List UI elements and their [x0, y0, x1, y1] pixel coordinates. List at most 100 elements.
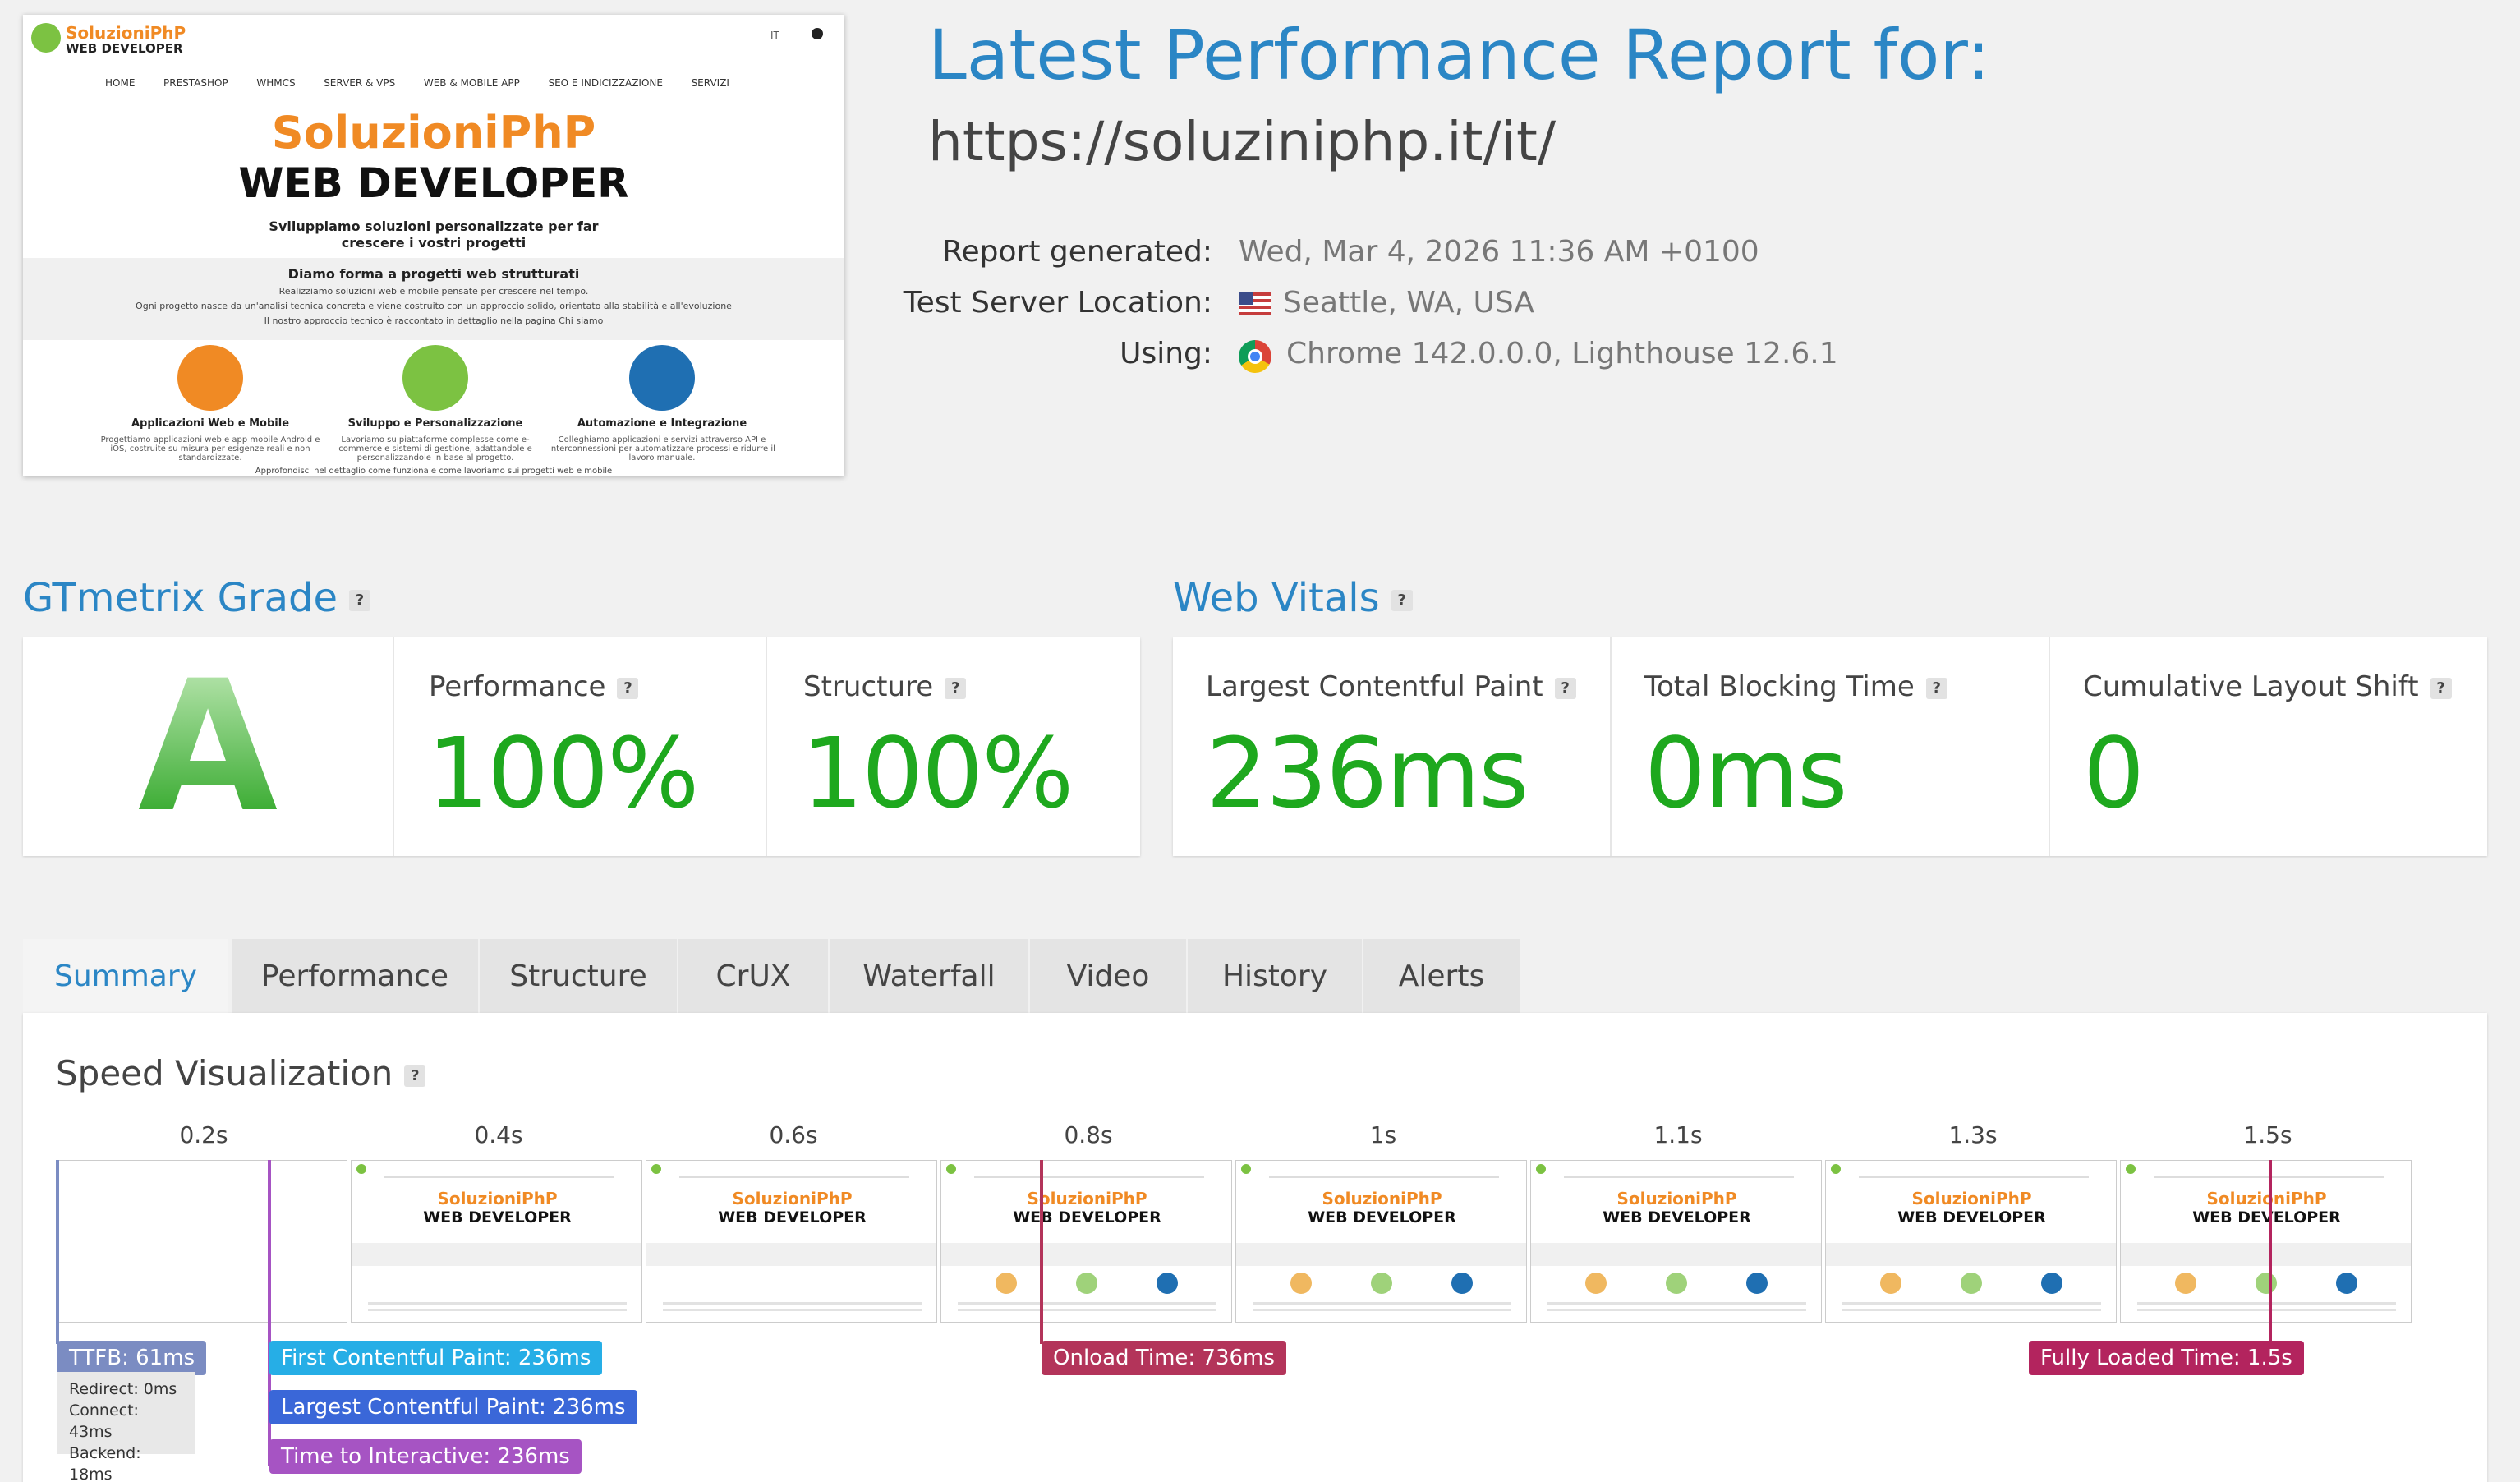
onload-marker: Onload Time: 736ms	[1042, 1341, 1286, 1375]
frame-text-line	[663, 1302, 922, 1305]
frame-text-line	[1842, 1302, 2101, 1305]
filmstrip-frame-blank[interactable]	[56, 1160, 347, 1323]
redirect-time: Redirect: 0ms	[69, 1380, 177, 1398]
tick-label: 0.4s	[474, 1121, 523, 1148]
frame-gear-icon	[2336, 1273, 2357, 1294]
frame-nav-bar	[1564, 1176, 1794, 1178]
frame-gear-icon	[1585, 1273, 1607, 1294]
development-gear-icon	[402, 345, 468, 411]
frame-nav-bar	[1859, 1176, 2089, 1178]
frame-subtitle: WEB DEVELOPER	[1603, 1208, 1751, 1227]
frame-band	[1531, 1243, 1821, 1266]
connect-time: Connect: 43ms	[69, 1401, 139, 1441]
frame-text-line	[1253, 1309, 1511, 1311]
frame-text-line	[663, 1309, 922, 1311]
performance-help-icon[interactable]: ?	[617, 677, 639, 699]
feature-text-2: Lavoriamo su piattaforme complesse come …	[338, 435, 532, 463]
tab-alerts[interactable]: Alerts	[1363, 939, 1521, 1013]
tab-crux[interactable]: CrUX	[678, 939, 830, 1013]
frame-title: SoluzioniPhP	[1322, 1189, 1442, 1208]
frame-title: SoluzioniPhP	[732, 1189, 853, 1208]
lcp-label: Largest Contentful Paint?	[1206, 670, 1576, 703]
filmstrip-frame[interactable]: SoluzioniPhP WEB DEVELOPER	[1530, 1160, 1822, 1323]
frame-gear-icon	[2256, 1273, 2277, 1294]
lcp-cell: Largest Contentful Paint? 236ms	[1173, 637, 1612, 856]
lcp-help-icon[interactable]: ?	[1554, 677, 1576, 699]
frame-nav-bar	[384, 1176, 614, 1178]
frame-title: SoluzioniPhP	[1911, 1189, 2032, 1208]
frame-subtitle: WEB DEVELOPER	[2192, 1208, 2341, 1227]
site-nav: HOME PRESTASHOP WHMCS SERVER & VPS WEB & MOB…	[105, 77, 729, 89]
band-line-3: Il nostro approccio tecnico è raccontato…	[264, 315, 604, 326]
grade-letter: A	[137, 642, 278, 852]
filmstrip-frame[interactable]: SoluzioniPhP WEB DEVELOPER	[1235, 1160, 1527, 1323]
tab-performance[interactable]: Performance	[232, 939, 480, 1013]
frame-subtitle: WEB DEVELOPER	[1013, 1208, 1161, 1227]
user-icon	[812, 28, 823, 39]
vitals-heading: Web Vitals?	[1173, 575, 1413, 621]
lcp-marker: Largest Contentful Paint: 236ms	[269, 1390, 637, 1424]
frame-gear-icon	[1371, 1273, 1392, 1294]
ttfb-line	[56, 1160, 59, 1344]
frame-subtitle: WEB DEVELOPER	[1308, 1208, 1456, 1227]
filmstrip-frame[interactable]: SoluzioniPhP WEB DEVELOPER	[2120, 1160, 2412, 1323]
cls-cell: Cumulative Layout Shift? 0	[2050, 637, 2487, 856]
tab-summary[interactable]: Summary	[23, 939, 230, 1013]
tbt-help-icon[interactable]: ?	[1925, 677, 1947, 699]
performance-cell: Performance? 100%	[394, 637, 767, 856]
frame-band	[352, 1243, 641, 1266]
tbt-cell: Total Blocking Time? 0ms	[1612, 637, 2050, 856]
tab-structure[interactable]: Structure	[480, 939, 678, 1013]
frame-gear-icon	[1451, 1273, 1473, 1294]
web-mobile-gear-icon	[177, 345, 243, 411]
frame-text-line	[2137, 1302, 2396, 1305]
band-line-2: Ogni progetto nasce da un'analisi tecnic…	[136, 301, 732, 311]
tab-history[interactable]: History	[1188, 939, 1363, 1013]
report-title: Latest Performance Report for:	[928, 15, 1990, 95]
site-nav-item: PRESTASHOP	[163, 77, 228, 89]
structure-cell: Structure? 100%	[767, 637, 1140, 856]
location-label: Test Server Location:	[903, 286, 1212, 320]
tick-label: 0.6s	[769, 1121, 818, 1148]
feature-text-1: Progettiamo applicazioni web e app mobil…	[100, 435, 320, 463]
cls-help-icon[interactable]: ?	[2430, 677, 2452, 699]
feature-title-3: Automazione e Integrazione	[577, 417, 747, 430]
frame-band	[941, 1243, 1231, 1266]
filmstrip-frame[interactable]: SoluzioniPhP WEB DEVELOPER	[646, 1160, 937, 1323]
frame-title: SoluzioniPhP	[437, 1189, 558, 1208]
speed-help-icon[interactable]: ?	[404, 1065, 426, 1087]
site-nav-item: WEB & MOBILE APP	[423, 77, 520, 89]
filmstrip-frame[interactable]: SoluzioniPhP WEB DEVELOPER	[940, 1160, 1232, 1323]
frame-subtitle: WEB DEVELOPER	[423, 1208, 572, 1227]
frame-title: SoluzioniPhP	[1616, 1189, 1737, 1208]
site-nav-item: SERVIZI	[691, 77, 729, 89]
hero-tagline-2: crescere i vostri progetti	[341, 235, 527, 251]
structure-help-icon[interactable]: ?	[945, 677, 967, 699]
frame-gear-icon	[1666, 1273, 1687, 1294]
frame-gear-icon	[1961, 1273, 1982, 1294]
filmstrip-frame[interactable]: SoluzioniPhP WEB DEVELOPER	[1825, 1160, 2117, 1323]
generated-label: Report generated:	[942, 235, 1212, 269]
feature-title-1: Applicazioni Web e Mobile	[131, 417, 290, 430]
hero-tagline-1: Sviluppiamo soluzioni personalizzate per…	[269, 219, 599, 234]
site-nav-item: SEO E INDICIZZAZIONE	[548, 77, 663, 89]
frame-band	[2121, 1243, 2411, 1266]
logo-subtext: WEB DEVELOPER	[66, 41, 183, 56]
frame-logo-icon	[2126, 1164, 2136, 1174]
filmstrip-frame[interactable]: SoluzioniPhP WEB DEVELOPER	[351, 1160, 642, 1323]
tick-label: 1.5s	[2243, 1121, 2292, 1148]
structure-label: Structure?	[803, 670, 967, 703]
frame-gear-icon	[1076, 1273, 1097, 1294]
report-url[interactable]: https://soluziniphp.it/it/	[928, 110, 1556, 173]
site-nav-item: HOME	[105, 77, 136, 89]
tab-video[interactable]: Video	[1030, 939, 1188, 1013]
tab-waterfall[interactable]: Waterfall	[830, 939, 1030, 1013]
grade-help-icon[interactable]: ?	[349, 590, 370, 611]
vitals-help-icon[interactable]: ?	[1391, 590, 1413, 611]
lcp-value: 236ms	[1206, 716, 1529, 830]
logo-gear-icon	[31, 23, 61, 53]
frame-gear-icon	[1746, 1273, 1768, 1294]
logo-text: SoluzioniPhP	[66, 23, 186, 43]
frame-gear-icon	[1290, 1273, 1312, 1294]
tick-label: 1.1s	[1653, 1121, 1703, 1148]
